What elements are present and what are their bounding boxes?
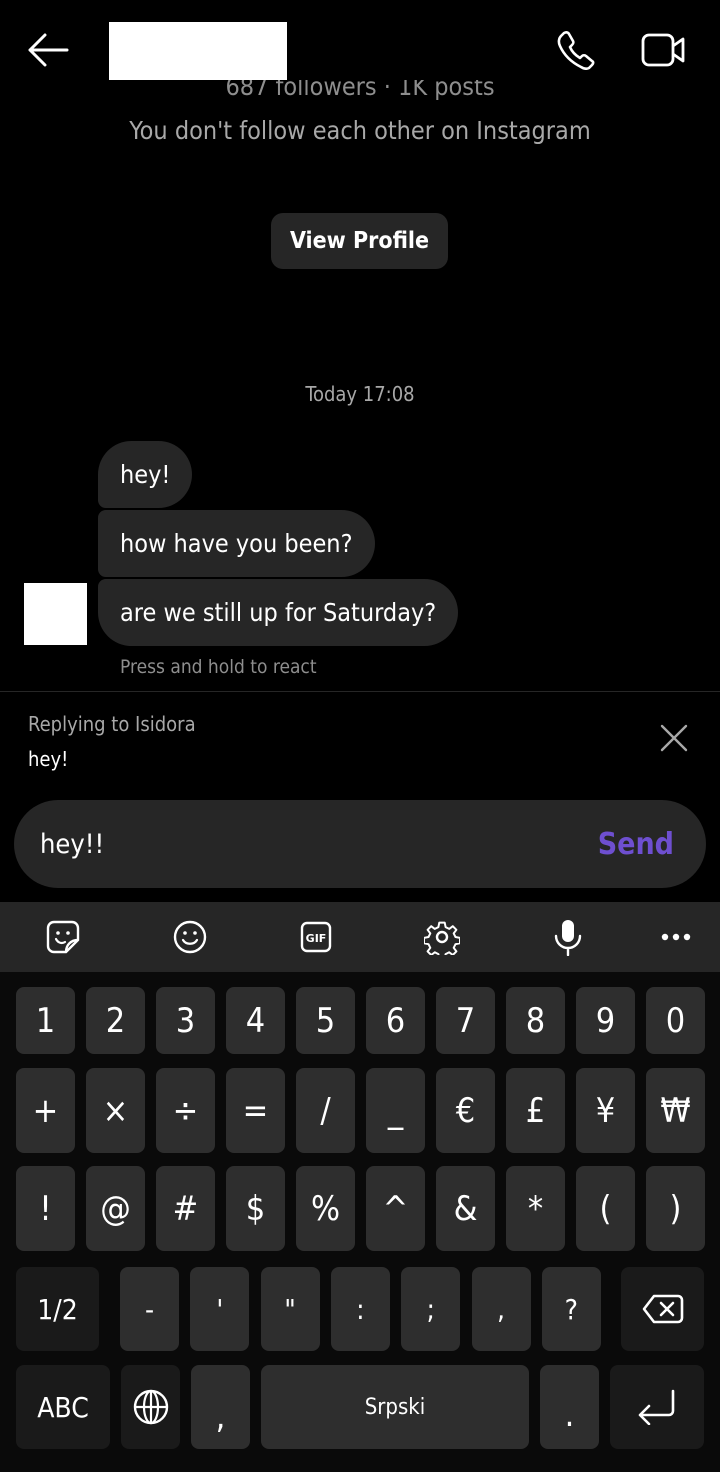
language-key[interactable] (121, 1365, 180, 1449)
key[interactable]: ₩ (646, 1068, 705, 1153)
key[interactable]: = (226, 1068, 285, 1153)
key[interactable]: @ (86, 1166, 145, 1251)
cancel-reply-button[interactable] (652, 716, 696, 760)
key[interactable]: € (436, 1068, 495, 1153)
key[interactable]: $ (226, 1166, 285, 1251)
key[interactable]: 4 (226, 987, 285, 1054)
key[interactable]: ' (190, 1267, 250, 1351)
sender-avatar[interactable] (24, 583, 87, 645)
key[interactable]: ÷ (156, 1068, 215, 1153)
audio-call-button[interactable] (552, 26, 600, 74)
sticker-icon (46, 920, 80, 954)
gif-button[interactable]: GIF (286, 902, 346, 972)
profile-stats: 687 followers · 1K posts (225, 80, 495, 101)
space-bar[interactable]: Srpski (261, 1365, 529, 1449)
key[interactable]: ? (541, 1267, 601, 1351)
key[interactable]: 8 (506, 987, 565, 1054)
voice-input-button[interactable] (538, 902, 598, 972)
key-period[interactable]: . (540, 1365, 599, 1449)
video-camera-icon (641, 33, 685, 67)
key[interactable]: × (86, 1068, 145, 1153)
key[interactable]: 5 (296, 987, 355, 1054)
key-comma[interactable]: , (191, 1365, 250, 1449)
key[interactable]: # (156, 1166, 215, 1251)
phone-icon (557, 31, 595, 70)
key-symbols-page[interactable]: 1/2 (16, 1267, 99, 1351)
microphone-icon (554, 920, 582, 956)
message-bubble[interactable]: hey! (98, 441, 193, 508)
globe-icon (133, 1389, 168, 1425)
emoji-button[interactable] (160, 902, 220, 972)
close-icon (660, 724, 688, 752)
key[interactable]: 0 (646, 987, 705, 1054)
key[interactable]: 1 (16, 987, 75, 1054)
video-call-button[interactable] (638, 26, 690, 74)
divider (0, 691, 720, 692)
message-composer: Send (14, 800, 706, 888)
send-button[interactable]: Send (598, 800, 674, 888)
sticker-button[interactable] (33, 902, 93, 972)
keyboard-toolbar: GIF (0, 902, 720, 972)
key[interactable]: / (296, 1068, 355, 1153)
key[interactable]: 9 (576, 987, 635, 1054)
gif-icon: GIF (300, 921, 332, 953)
arrow-left-icon (28, 33, 69, 67)
key[interactable]: ^ (366, 1166, 425, 1251)
view-profile-button[interactable]: View Profile (271, 213, 448, 269)
key[interactable]: 6 (366, 987, 425, 1054)
backspace-icon (642, 1294, 683, 1324)
key[interactable]: ( (576, 1166, 635, 1251)
key-abc[interactable]: ABC (16, 1365, 110, 1449)
reply-label: Replying to Isidora (28, 712, 196, 736)
key[interactable]: : (330, 1267, 390, 1351)
key[interactable]: " (260, 1267, 320, 1351)
more-icon (661, 933, 691, 941)
message-timestamp: Today 17:08 (305, 382, 415, 406)
enter-icon (638, 1389, 675, 1425)
reply-quoted-text: hey! (28, 747, 69, 771)
react-hint: Press and hold to react (120, 656, 317, 678)
key[interactable]: , (471, 1267, 531, 1351)
key[interactable]: 3 (156, 987, 215, 1054)
keyboard-settings-button[interactable] (412, 902, 472, 972)
key[interactable]: _ (366, 1068, 425, 1153)
message-bubble[interactable]: are we still up for Saturday? (98, 579, 459, 646)
back-button[interactable] (24, 28, 72, 72)
message-input[interactable] (40, 800, 580, 888)
backspace-key[interactable] (621, 1267, 704, 1351)
emoji-icon (173, 920, 207, 954)
more-options-button[interactable] (646, 902, 706, 972)
keyboard: 1/2 - ' " : ; , ? ABC , Srpski . 1234567… (0, 972, 720, 1472)
key[interactable]: ! (16, 1166, 75, 1251)
key[interactable]: £ (506, 1068, 565, 1153)
enter-key[interactable] (610, 1365, 704, 1449)
message-bubble[interactable]: how have you been? (98, 510, 375, 577)
follow-status-note: You don't follow each other on Instagram (129, 116, 591, 145)
contact-name-redacted[interactable] (109, 22, 287, 80)
key[interactable]: ) (646, 1166, 705, 1251)
key[interactable]: + (16, 1068, 75, 1153)
key[interactable]: 7 (436, 987, 495, 1054)
key[interactable]: 2 (86, 987, 145, 1054)
key[interactable]: ¥ (576, 1068, 635, 1153)
svg-text:GIF: GIF (306, 932, 327, 945)
settings-icon (424, 921, 460, 955)
key[interactable]: ; (401, 1267, 461, 1351)
key[interactable]: & (436, 1166, 495, 1251)
key[interactable]: % (296, 1166, 355, 1251)
key[interactable]: * (506, 1166, 565, 1251)
key[interactable]: - (120, 1267, 179, 1351)
